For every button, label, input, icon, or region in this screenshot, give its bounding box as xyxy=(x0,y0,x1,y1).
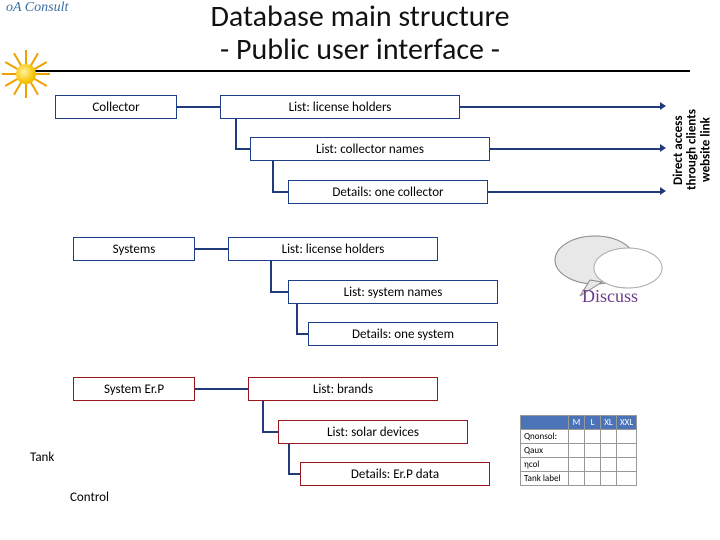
collector-details: Details: one collector xyxy=(288,180,488,204)
arrowhead-icon xyxy=(660,187,666,195)
conn xyxy=(195,388,248,390)
conn xyxy=(270,261,272,291)
erp-data-table: M L XL XXL Qnonsol: Qaux ηcol Tank label xyxy=(520,415,637,486)
row-qaux: Qaux xyxy=(521,444,569,458)
control-label: Control xyxy=(70,490,109,505)
systems-details: Details: one system xyxy=(308,322,498,346)
conn xyxy=(272,161,274,191)
th-xxl: XXL xyxy=(617,416,637,430)
conn xyxy=(296,304,298,334)
title-line-1: Database main structure xyxy=(210,0,509,35)
collector-list-names: List: collector names xyxy=(250,137,490,161)
sun-icon xyxy=(2,50,50,98)
systems-label: Systems xyxy=(73,237,195,261)
title-line-2: - Public user interface - xyxy=(0,33,720,66)
collector-label: Collector xyxy=(55,95,177,119)
conn xyxy=(296,333,308,335)
conn xyxy=(460,106,660,108)
discuss-icon: Discuss xyxy=(540,230,680,320)
erp-list-devices: List: solar devices xyxy=(278,420,468,444)
collector-list-holders: List: license holders xyxy=(220,95,460,119)
conn xyxy=(288,473,300,475)
arrowhead-icon xyxy=(660,102,666,110)
systems-list-names: List: system names xyxy=(288,280,498,304)
row-ncol: ηcol xyxy=(521,458,569,472)
erp-details: Details: Er.P data xyxy=(300,462,490,486)
conn xyxy=(235,148,250,150)
conn xyxy=(272,191,288,193)
erp-label: System Er.P xyxy=(73,377,195,401)
conn xyxy=(262,401,264,431)
conn xyxy=(490,148,660,150)
conn xyxy=(177,106,220,108)
conn xyxy=(488,191,660,193)
erp-list-brands: List: brands xyxy=(248,377,438,401)
th-l: L xyxy=(585,416,601,430)
tank-label: Tank xyxy=(30,450,54,465)
th-m: M xyxy=(569,416,585,430)
conn xyxy=(262,431,278,433)
page-title: Database main structure - Public user in… xyxy=(0,0,720,66)
th-xl: XL xyxy=(601,416,617,430)
row-tanklabel: Tank label xyxy=(521,472,569,486)
conn xyxy=(235,119,237,149)
title-underline xyxy=(30,70,690,72)
conn xyxy=(195,248,228,250)
arrowhead-icon xyxy=(660,144,666,152)
discuss-label: Discuss xyxy=(582,286,638,307)
direct-access-label: Direct access through clients website li… xyxy=(672,95,688,205)
systems-list-holders: List: license holders xyxy=(228,237,438,261)
conn xyxy=(270,291,288,293)
conn xyxy=(288,444,290,474)
row-qnonsol: Qnonsol: xyxy=(521,430,569,444)
